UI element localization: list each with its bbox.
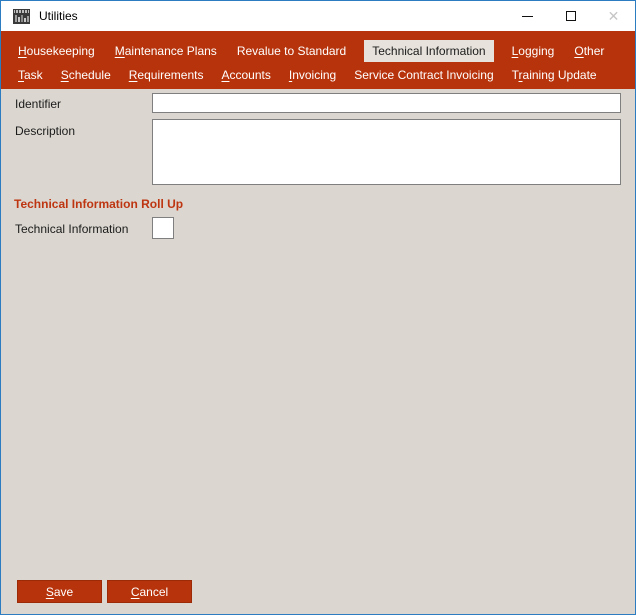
tab-training-update[interactable]: Training Update — [510, 64, 599, 86]
close-icon: ✕ — [608, 9, 620, 23]
tab-housekeeping[interactable]: Housekeeping — [16, 40, 97, 62]
identifier-input[interactable] — [152, 93, 621, 113]
titlebar: Utilities ✕ — [1, 1, 635, 31]
window-controls: ✕ — [506, 1, 635, 31]
tab-logging[interactable]: Logging — [510, 40, 557, 62]
description-label: Description — [15, 124, 75, 138]
identifier-label: Identifier — [15, 97, 61, 111]
maximize-icon — [566, 11, 576, 21]
tab-invoicing[interactable]: Invoicing — [287, 64, 338, 86]
window-title: Utilities — [39, 9, 78, 23]
tab-service-contract-invoicing[interactable]: Service Contract Invoicing — [352, 64, 495, 86]
save-button[interactable]: Save — [17, 580, 102, 603]
maximize-button[interactable] — [549, 1, 592, 31]
minimize-button[interactable] — [506, 1, 549, 31]
tab-task[interactable]: Task — [16, 64, 45, 86]
close-button[interactable]: ✕ — [592, 1, 635, 31]
tab-requirements[interactable]: Requirements — [127, 64, 206, 86]
tab-technical-information[interactable]: Technical Information — [364, 40, 493, 62]
tab-band: Housekeeping Maintenance Plans Revalue to … — [1, 31, 635, 89]
technical-information-label: Technical Information — [15, 222, 128, 236]
rollup-section-heading: Technical Information Roll Up — [14, 197, 183, 211]
utilities-window: Utilities ✕ Housekeeping Maintenance Plan… — [0, 0, 636, 615]
description-input[interactable] — [152, 119, 621, 185]
tab-schedule[interactable]: Schedule — [59, 64, 113, 86]
tab-row-1: Housekeeping Maintenance Plans Revalue to … — [16, 39, 635, 62]
technical-information-input[interactable] — [152, 217, 174, 239]
tab-other[interactable]: Other — [572, 40, 606, 62]
minimize-icon — [522, 16, 533, 17]
utilities-app-icon — [13, 9, 30, 24]
cancel-button[interactable]: Cancel — [107, 580, 192, 603]
tab-revalue-to-standard[interactable]: Revalue to Standard — [235, 40, 348, 62]
tab-maintenance-plans[interactable]: Maintenance Plans — [113, 40, 219, 62]
tab-accounts[interactable]: Accounts — [219, 64, 272, 86]
tab-row-2: Task Schedule Requirements Accounts Invoicin… — [16, 63, 635, 86]
